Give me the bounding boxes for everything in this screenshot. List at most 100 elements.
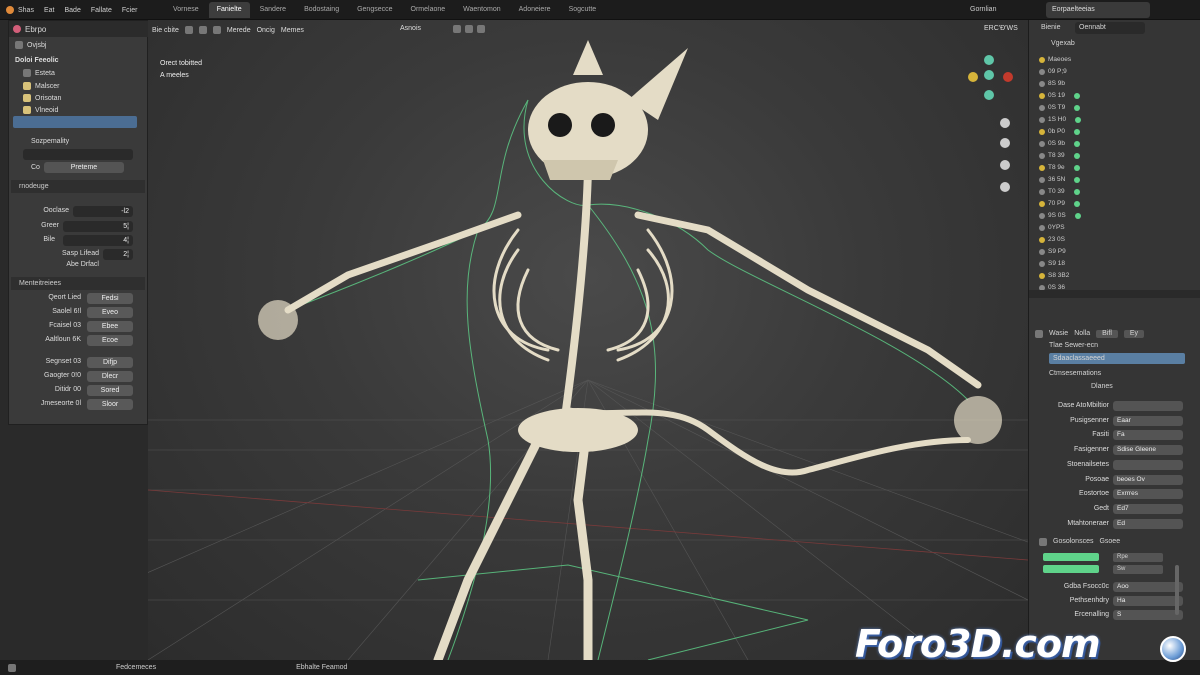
bone-envelope[interactable] bbox=[287, 99, 969, 660]
prop-tab[interactable]: Nolla bbox=[1074, 330, 1090, 338]
visibility-icon[interactable] bbox=[1074, 128, 1080, 135]
left-hand[interactable] bbox=[258, 300, 298, 340]
menu-item[interactable]: Shas bbox=[18, 7, 34, 14]
section-buttons[interactable]: Menteitreiees bbox=[11, 277, 145, 290]
grid-icon[interactable] bbox=[1000, 182, 1010, 192]
progress-bar-2[interactable] bbox=[1043, 565, 1099, 573]
visibility-icon[interactable] bbox=[1074, 104, 1081, 111]
menu-item[interactable]: Bade bbox=[64, 7, 80, 14]
outliner-row[interactable]: 0b P0 bbox=[1039, 126, 1080, 137]
outliner-search-input[interactable]: Oennabt bbox=[1075, 22, 1145, 34]
prop-value[interactable]: -l2 bbox=[73, 206, 133, 217]
tab-workspace[interactable]: Adoneiere bbox=[511, 2, 559, 18]
gizmo-neg-z-icon[interactable] bbox=[984, 90, 994, 100]
outliner-row[interactable]: 0S 9b bbox=[1039, 138, 1080, 149]
outliner-row[interactable]: 23 0S bbox=[1039, 234, 1065, 245]
outliner-row[interactable]: T0 39 bbox=[1039, 186, 1080, 197]
tree-item[interactable]: Vlneoid bbox=[23, 104, 58, 116]
visibility-icon[interactable] bbox=[1074, 140, 1080, 147]
outliner-row[interactable]: 09 P;9 bbox=[1039, 66, 1067, 77]
prop-field[interactable] bbox=[1113, 401, 1183, 411]
prop-value[interactable]: 5¦ bbox=[63, 221, 133, 232]
prop-field[interactable]: Fa bbox=[1113, 430, 1183, 441]
symmetry-dropdown[interactable] bbox=[23, 149, 133, 160]
outliner-row[interactable]: 9S 0S bbox=[1039, 210, 1081, 221]
visibility-icon[interactable] bbox=[1074, 92, 1080, 99]
outliner-row[interactable]: T8 39 bbox=[1039, 150, 1080, 161]
preset-button[interactable]: Preteme bbox=[43, 161, 124, 173]
prop-field[interactable]: Ha bbox=[1113, 596, 1183, 606]
section-2-header[interactable]: Gosolonsces Gsoee bbox=[1039, 538, 1120, 546]
select-menu[interactable]: Oncig bbox=[257, 27, 275, 34]
pivot-icon[interactable] bbox=[453, 25, 461, 33]
section-mode[interactable]: rnodeuge bbox=[11, 180, 145, 193]
view-layer-selector[interactable]: Eorpaelteeias bbox=[1046, 2, 1150, 18]
prop-field[interactable]: S bbox=[1113, 610, 1183, 620]
row-button[interactable]: Sored bbox=[87, 385, 133, 396]
record-icon[interactable] bbox=[13, 25, 21, 33]
viewport-canvas[interactable] bbox=[148, 20, 1028, 660]
tab-workspace[interactable]: Waentomon bbox=[455, 2, 508, 18]
outliner-row[interactable]: S9 18 bbox=[1039, 258, 1065, 269]
tab-workspace[interactable]: Sogcutte bbox=[561, 2, 605, 18]
row-button[interactable]: Ecoe bbox=[87, 335, 133, 346]
scrollbar[interactable] bbox=[1175, 565, 1179, 615]
row-button[interactable]: Fedsi bbox=[87, 293, 133, 304]
pelvis[interactable] bbox=[518, 408, 638, 452]
scene-selector[interactable]: Gornlian bbox=[970, 2, 996, 18]
outliner-row[interactable]: S8 3B2 bbox=[1039, 270, 1069, 281]
zoom-icon[interactable] bbox=[1000, 118, 1010, 128]
row-button[interactable]: Dlecr bbox=[87, 371, 133, 382]
prop-value[interactable]: 4¦ bbox=[63, 235, 133, 246]
gizmo-y-icon[interactable] bbox=[968, 72, 978, 82]
menu-item[interactable]: Fallate bbox=[91, 7, 112, 14]
prop-field[interactable]: Ed bbox=[1113, 518, 1183, 529]
outliner-row[interactable]: S9 P9 bbox=[1039, 246, 1066, 257]
row-button[interactable]: Difjp bbox=[87, 357, 133, 368]
tab-workspace-active[interactable]: Fanielte bbox=[208, 2, 250, 18]
select-box-icon[interactable] bbox=[184, 26, 193, 34]
skull[interactable] bbox=[528, 40, 688, 180]
gizmo-x-icon[interactable] bbox=[1003, 72, 1013, 82]
tree-item[interactable]: Malscer bbox=[23, 80, 60, 92]
properties-tool-icon[interactable] bbox=[1035, 330, 1043, 338]
bar-value-2[interactable]: Sw bbox=[1113, 565, 1163, 574]
prop-tab[interactable]: Wasie bbox=[1049, 330, 1068, 338]
menu-item[interactable]: Fcier bbox=[122, 7, 138, 14]
panel-divider[interactable] bbox=[1029, 290, 1200, 298]
prop-value[interactable]: 2¦ bbox=[103, 249, 133, 260]
prop-field[interactable]: Eaar bbox=[1113, 415, 1183, 426]
outliner-row[interactable]: Maeoes bbox=[1039, 54, 1071, 65]
outliner-row[interactable]: 70 P9 bbox=[1039, 198, 1080, 209]
pan-hand-icon[interactable] bbox=[1000, 138, 1010, 148]
gizmo-center-icon[interactable] bbox=[984, 70, 994, 80]
prop-tab[interactable]: Bifl bbox=[1096, 330, 1118, 338]
visibility-icon[interactable] bbox=[1073, 188, 1080, 195]
visibility-icon[interactable] bbox=[1074, 200, 1080, 207]
tab-workspace[interactable]: Ormelaone bbox=[403, 2, 454, 18]
tree-item[interactable]: Orisotan bbox=[23, 92, 61, 104]
visibility-icon[interactable] bbox=[1073, 164, 1080, 171]
prop-field[interactable]: Ed7 bbox=[1113, 503, 1183, 514]
outliner-row[interactable]: 0S T9 bbox=[1039, 102, 1081, 113]
prop-field[interactable]: Sdise Gleene bbox=[1113, 445, 1183, 456]
progress-bar-1[interactable] bbox=[1043, 553, 1099, 561]
prop-field[interactable]: Aoo bbox=[1113, 582, 1183, 592]
camera-icon[interactable] bbox=[1000, 160, 1010, 170]
tab-workspace[interactable]: Sandere bbox=[252, 2, 294, 18]
outliner-row[interactable]: T8 9e bbox=[1039, 162, 1080, 173]
row-button[interactable]: Ebee bbox=[87, 321, 133, 332]
gizmo-z-icon[interactable] bbox=[984, 55, 994, 65]
prop-field[interactable]: Exrrres bbox=[1113, 489, 1183, 500]
add-menu[interactable]: Memes bbox=[281, 27, 304, 34]
prop-field[interactable] bbox=[1113, 459, 1183, 470]
type-dropdown[interactable]: Sdaaclassaeeed bbox=[1049, 353, 1185, 364]
outliner-row[interactable]: 1S H0 bbox=[1039, 114, 1082, 125]
tab-workspace[interactable]: Vornese bbox=[165, 2, 207, 18]
row-button[interactable]: Eveo bbox=[87, 307, 133, 318]
prop-field[interactable]: beoes Ov bbox=[1113, 474, 1183, 485]
tab-workspace[interactable]: Bodostaing bbox=[296, 2, 347, 18]
skeleton-model[interactable] bbox=[284, 166, 982, 660]
tab-workspace[interactable]: Gengsecce bbox=[349, 2, 400, 18]
prop-tab[interactable]: Ey bbox=[1123, 330, 1145, 338]
